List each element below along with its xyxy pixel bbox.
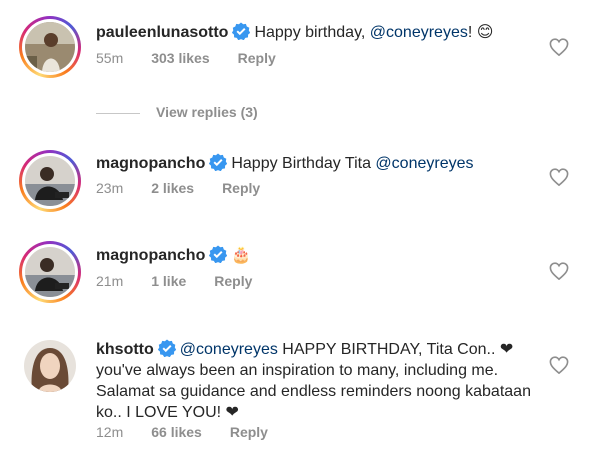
likes-count[interactable]: 303 likes xyxy=(151,50,209,66)
username[interactable]: pauleenlunasotto xyxy=(96,24,228,41)
comment-text: khsotto @coneyreyes HAPPY BIRTHDAY, Tita … xyxy=(96,339,550,423)
timestamp: 55m xyxy=(96,50,124,66)
comment-body: Happy Birthday Tita xyxy=(231,155,376,172)
view-replies-label[interactable]: View replies (3) xyxy=(156,104,258,120)
comment-text: magnopancho Happy Birthday Tita @coneyrey… xyxy=(96,153,540,174)
avatar[interactable] xyxy=(19,16,81,78)
reply-button[interactable]: Reply xyxy=(238,50,276,66)
timestamp: 12m xyxy=(96,424,124,440)
mention-link[interactable]: @coneyreyes xyxy=(370,24,468,41)
verified-badge-icon xyxy=(209,245,228,263)
comment-suffix: ! 😊 xyxy=(467,24,494,41)
likes-count[interactable]: 66 likes xyxy=(151,424,202,440)
username[interactable]: khsotto xyxy=(96,341,154,358)
heart-outline-icon[interactable] xyxy=(549,356,569,374)
comment-text: pauleenlunasotto Happy birthday, @coneyre… xyxy=(96,22,540,43)
avatar[interactable] xyxy=(19,150,81,212)
heart-outline-icon[interactable] xyxy=(549,168,569,186)
comment-text: magnopancho 🎂 xyxy=(96,245,540,266)
mention-link[interactable]: @coneyreyes xyxy=(375,155,473,172)
verified-badge-icon xyxy=(232,22,251,40)
username[interactable]: magnopancho xyxy=(96,155,205,172)
avatar[interactable] xyxy=(19,241,81,303)
verified-badge-icon xyxy=(157,339,176,357)
username[interactable]: magnopancho xyxy=(96,247,205,264)
verified-badge-icon xyxy=(209,153,228,171)
reply-button[interactable]: Reply xyxy=(214,273,252,289)
view-replies-button[interactable]: View replies (3) xyxy=(96,104,258,120)
comment-meta: 23m 2 likes Reply xyxy=(96,180,288,196)
comment-body: Happy birthday, xyxy=(254,24,370,41)
heart-outline-icon[interactable] xyxy=(549,38,569,56)
comment-meta: 55m 303 likes Reply xyxy=(96,50,304,66)
comment-meta: 12m 66 likes Reply xyxy=(96,424,296,440)
heart-outline-icon[interactable] xyxy=(549,262,569,280)
avatar[interactable] xyxy=(19,335,81,397)
timestamp: 23m xyxy=(96,180,124,196)
divider xyxy=(96,112,140,114)
mention-link[interactable]: @coneyreyes xyxy=(180,341,278,358)
likes-count[interactable]: 1 like xyxy=(151,273,186,289)
comment-meta: 21m 1 like Reply xyxy=(96,273,280,289)
likes-count[interactable]: 2 likes xyxy=(151,180,194,196)
timestamp: 21m xyxy=(96,273,124,289)
reply-button[interactable]: Reply xyxy=(230,424,268,440)
cake-emoji: 🎂 xyxy=(231,247,252,264)
reply-button[interactable]: Reply xyxy=(222,180,260,196)
